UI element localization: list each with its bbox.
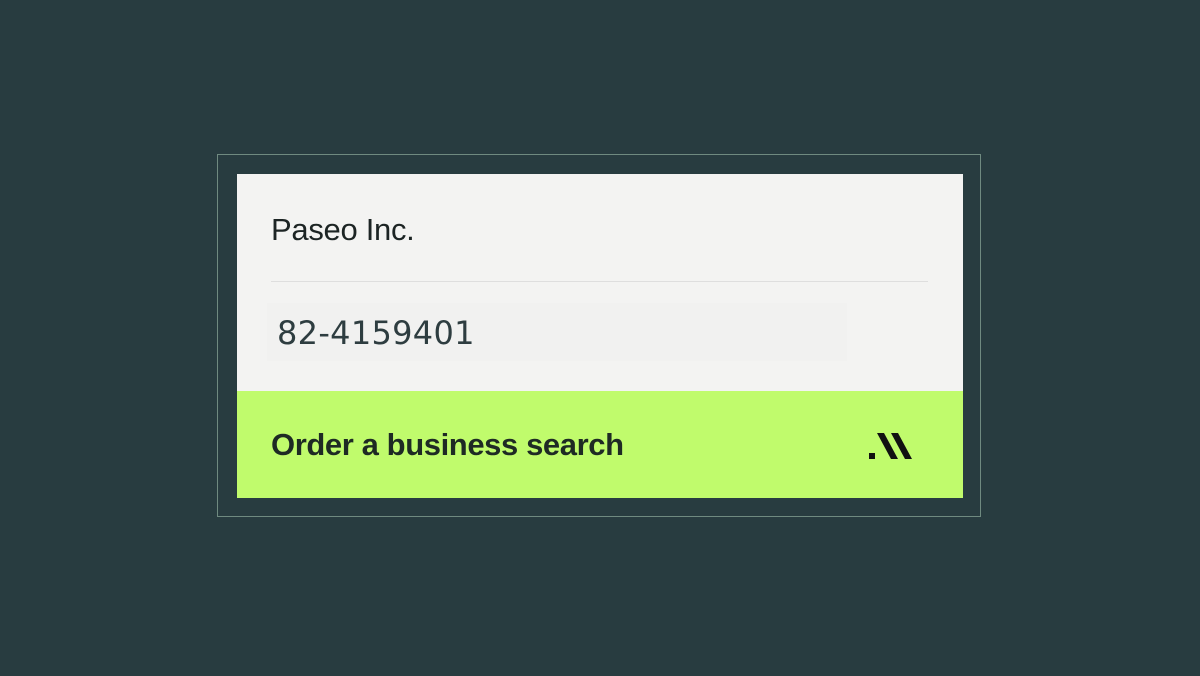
order-business-search-button[interactable]: Order a business search bbox=[237, 391, 963, 498]
field-divider bbox=[271, 281, 928, 282]
slash-stripes-icon bbox=[869, 433, 912, 459]
ein-value: 82-4159401 bbox=[277, 314, 475, 352]
order-button-label: Order a business search bbox=[271, 427, 624, 462]
ein-field[interactable]: 82-4159401 bbox=[267, 303, 847, 361]
business-search-card: Paseo Inc. 82-4159401 Order a business s… bbox=[237, 174, 963, 498]
company-name-field[interactable]: Paseo Inc. bbox=[271, 208, 415, 252]
